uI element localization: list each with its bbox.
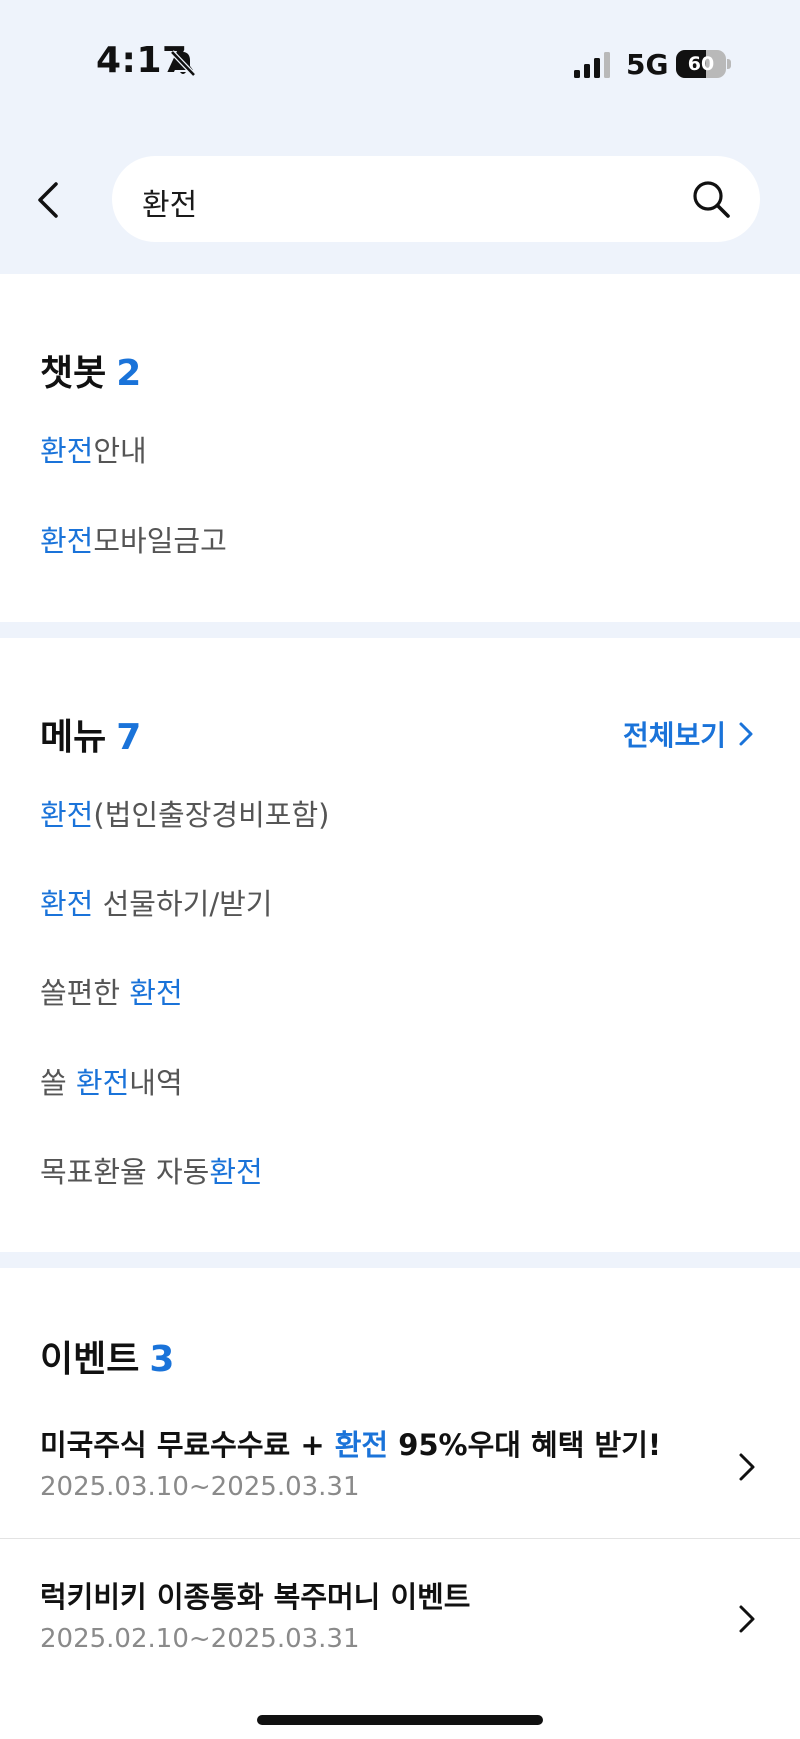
- menu-title: 메뉴: [40, 717, 107, 758]
- chevron-right-icon: [739, 1453, 755, 1481]
- event-row[interactable]: 럭키비키 이종통화 복주머니 이벤트 2025.02.10~2025.03.31: [0, 1574, 800, 1704]
- chatbot-heading: 챗봇 2: [40, 344, 141, 396]
- status-bar: 4:17 5G 60: [0, 0, 800, 130]
- back-chevron-icon[interactable]: [28, 176, 72, 224]
- section-divider: [0, 622, 800, 638]
- item-text: (법인출장경비포함): [93, 798, 330, 832]
- section-divider: [0, 1252, 800, 1268]
- events-heading: 이벤트 3: [40, 1330, 174, 1382]
- menu-heading: 메뉴 7: [40, 708, 141, 760]
- item-highlight: 환전: [75, 1066, 130, 1100]
- events-title: 이벤트: [40, 1339, 140, 1380]
- chatbot-item[interactable]: 환전안내: [40, 428, 147, 470]
- menu-item[interactable]: 환전(법인출장경비포함): [40, 792, 329, 834]
- item-text: 쏠편한: [40, 976, 130, 1010]
- menu-count: 7: [116, 717, 142, 758]
- item-text: 목표환율 자동: [40, 1155, 210, 1189]
- item-text: 내역: [129, 1066, 183, 1100]
- menu-item[interactable]: 환전 선물하기/받기: [40, 881, 272, 923]
- chatbot-title: 챗봇: [40, 353, 107, 394]
- search-query[interactable]: 환전: [142, 180, 197, 224]
- cellular-signal-icon: [574, 52, 610, 78]
- event-title: 미국주식 무료수수료 + 환전 95%우대 혜택 받기!: [40, 1428, 662, 1462]
- chatbot-count: 2: [116, 353, 142, 394]
- chatbot-item[interactable]: 환전모바일금고: [40, 518, 227, 560]
- chatbot-section: 챗봇 2 환전안내 환전모바일금고: [0, 274, 800, 622]
- item-highlight: 환전: [40, 887, 94, 921]
- home-indicator: [257, 1715, 543, 1725]
- header-area: 4:17 5G 60 환전: [0, 0, 800, 274]
- event-title: 럭키비키 이종통화 복주머니 이벤트: [40, 1580, 471, 1614]
- item-highlight: 환전: [40, 434, 94, 468]
- view-all-label: 전체보기: [622, 719, 726, 752]
- item-highlight: 환전: [209, 1155, 263, 1189]
- events-count: 3: [149, 1339, 175, 1380]
- event-date: 2025.03.10~2025.03.31: [40, 1472, 360, 1502]
- menu-item[interactable]: 목표환율 자동환전: [40, 1149, 263, 1191]
- event-row[interactable]: 미국주식 무료수수료 + 환전 95%우대 혜택 받기! 2025.03.10~…: [0, 1422, 800, 1552]
- battery-level: 60: [687, 53, 715, 75]
- menu-item[interactable]: 쏠편한 환전: [40, 970, 183, 1012]
- item-text: 안내: [93, 434, 147, 468]
- battery-icon: 60: [676, 50, 732, 78]
- chevron-right-icon: [739, 722, 753, 746]
- search-input[interactable]: 환전: [112, 156, 760, 242]
- menu-section: 메뉴 7 전체보기 환전(법인출장경비포함) 환전 선물하기/받기 쏠편한 환전 …: [0, 638, 800, 1252]
- events-section: 이벤트 3 미국주식 무료수수료 + 환전 95%우대 혜택 받기! 2025.0…: [0, 1268, 800, 1739]
- menu-item[interactable]: 쏠 환전내역: [40, 1060, 183, 1102]
- item-text: 모바일금고: [93, 524, 227, 558]
- network-type: 5G: [626, 48, 669, 81]
- item-highlight: 환전: [129, 976, 183, 1010]
- item-text: 선물하기/받기: [93, 887, 273, 921]
- silent-bell-icon: [170, 50, 196, 77]
- event-separator: [0, 1538, 800, 1539]
- item-text: 쏠: [40, 1066, 76, 1100]
- view-all-button[interactable]: 전체보기: [623, 714, 754, 754]
- chevron-right-icon: [739, 1605, 755, 1633]
- search-icon[interactable]: [690, 178, 732, 220]
- item-highlight: 환전: [40, 798, 94, 832]
- event-date: 2025.02.10~2025.03.31: [40, 1624, 360, 1654]
- item-highlight: 환전: [40, 524, 94, 558]
